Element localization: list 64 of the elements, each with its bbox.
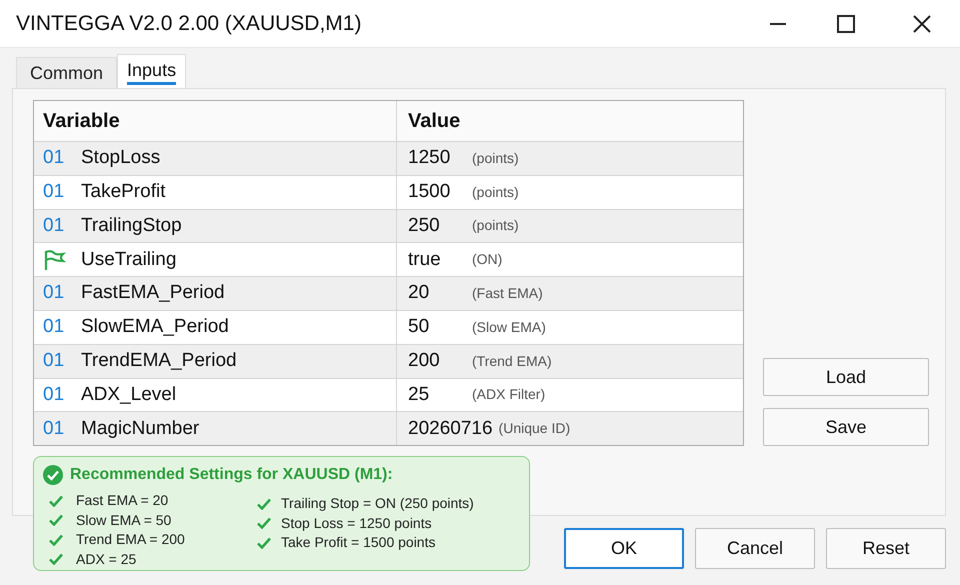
check-circle-icon [43,465,63,485]
tab[interactable]: Common [16,57,118,88]
column-header: Value [407,109,462,134]
side-button[interactable]: Load [763,358,929,396]
recommendation-item: Trend EMA = 200 [76,530,185,550]
recommendation-item: Trailing Stop = ON (250 points) [281,494,474,514]
window-title: VINTEGGA V2.0 2.00 (XAUUSD,M1) [15,10,362,37]
check-icon [49,534,63,546]
variable-name: UseTrailing [81,248,176,272]
variable-name: TakeProfit [81,180,166,204]
variable-name: StopLoss [81,146,160,170]
type-label: 01 [43,214,66,238]
recommendation-item: Stop Loss = 1250 points [281,514,432,533]
check-icon [49,553,63,566]
recommendation-item: ADX = 25 [76,550,136,569]
value-text: 200 [408,348,441,373]
type-label: 01 [43,416,66,441]
variable-name: SlowEMA_Period [81,315,229,340]
minimize-icon [770,22,786,24]
value-note: (points) [472,216,519,236]
value-text: 1250 [408,146,452,170]
value-note: (points) [472,148,519,168]
type-label: 01 [43,180,66,204]
value-text: 50 [408,315,430,340]
check-icon [49,494,63,507]
check-icon [257,498,271,510]
value-note: (Fast EMA) [472,284,543,304]
value-note: (points) [472,182,519,202]
value-text: 20260716 [408,416,494,441]
recommendation-item: Fast EMA = 20 [76,491,168,510]
recommendation-item: Slow EMA = 50 [76,510,172,530]
dialog-button[interactable]: OK [564,528,684,569]
value-text: 20 [408,281,430,306]
close-icon [913,14,931,32]
side-button[interactable]: Save [763,408,929,446]
variable-name: MagicNumber [81,416,200,441]
value-note: (ADX Filter) [472,385,546,404]
tab[interactable]: Inputs [117,54,186,88]
recommendation-item: Take Profit = 1500 points [281,533,436,552]
value-note: (Trend EMA) [472,352,552,371]
type-label: 01 [43,146,66,170]
dialog-button[interactable]: Cancel [695,528,815,569]
value-text: true [408,248,442,272]
value-text: 25 [408,382,430,407]
dialog-button[interactable]: Reset [826,528,946,569]
variable-name: FastEMA_Period [81,281,225,306]
value-note: (Slow EMA) [472,318,546,337]
check-icon [49,514,63,526]
value-note: (Unique ID) [498,419,570,438]
check-icon [257,517,271,530]
type-label: 01 [43,281,66,306]
variable-name: ADX_Level [81,382,176,407]
check-icon [257,536,271,549]
flag-icon [43,248,67,271]
type-label: 01 [43,315,66,340]
variable-name: TrailingStop [81,214,182,238]
value-text: 250 [408,214,441,238]
type-label: 01 [43,348,66,373]
type-label: 01 [43,382,66,407]
maximize-icon [837,14,855,32]
value-text: 1500 [408,180,452,204]
value-note: (ON) [472,250,502,270]
recommendation-title: Recommended Settings for XAUUSD (M1): [70,465,393,485]
variable-name: TrendEMA_Period [81,348,237,373]
